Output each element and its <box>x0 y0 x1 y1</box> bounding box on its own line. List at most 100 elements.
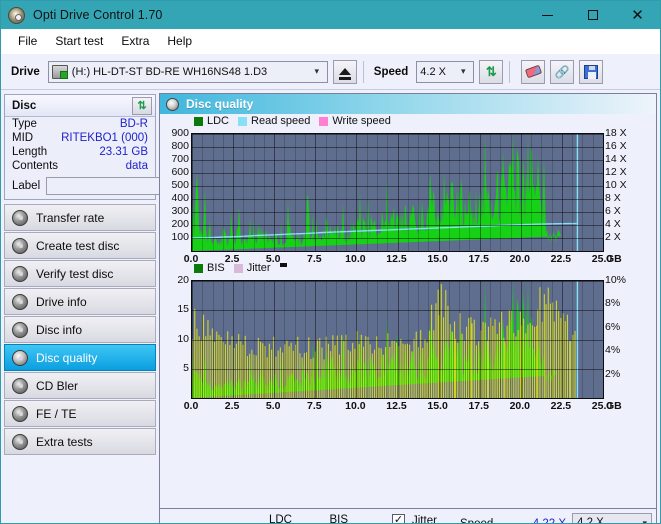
eject-button[interactable] <box>332 59 357 84</box>
jitter-bar <box>312 357 314 398</box>
refresh-button[interactable]: ⇅ <box>479 59 504 84</box>
grid-line <box>192 339 603 341</box>
grid-line-minor <box>335 134 337 251</box>
jitter-bar <box>352 342 354 398</box>
jitter-bar <box>238 334 240 398</box>
grid-line-minor <box>325 134 327 251</box>
jitter-bar <box>443 317 445 398</box>
jitter-bar <box>515 336 517 398</box>
grid-line <box>520 134 522 251</box>
disc-panel-header: Disc ⇅ <box>5 95 155 117</box>
x-axis-tick: 12.5 <box>386 253 407 265</box>
window-controls: ✕ <box>525 1 660 29</box>
grid-line <box>192 238 603 239</box>
jitter-legend-swatch <box>233 263 243 273</box>
grid-line <box>192 134 603 135</box>
grid-line-minor <box>582 134 584 251</box>
grid-line-minor <box>346 134 348 251</box>
main-body: Disc ⇅ Type BD-R MID RITEKBO1 (000) Leng… <box>1 90 660 524</box>
chevron-down-icon: ▾ <box>314 66 320 76</box>
sidebar-item-label: Disc quality <box>36 350 98 365</box>
drive-select[interactable]: (H:) HL-DT-ST BD-RE WH16NS48 1.D3 ▾ <box>47 60 328 83</box>
jitter-bar <box>246 356 248 398</box>
disc-icon <box>12 209 28 226</box>
close-button[interactable]: ✕ <box>615 1 660 29</box>
disc-contents-value: data <box>125 160 148 172</box>
grid-line <box>274 134 276 251</box>
sidebar-item-create-test-disc[interactable]: Create test disc <box>4 232 156 259</box>
x-axis-tick: 22.5 <box>550 253 572 265</box>
menu-file[interactable]: File <box>9 31 46 51</box>
disc-refresh-button[interactable]: ⇅ <box>132 96 152 115</box>
sidebar-item-label: Extra tests <box>36 434 93 449</box>
grid-line-minor <box>469 134 471 251</box>
sidebar-item-fe-te[interactable]: FE / TE <box>4 400 156 427</box>
grid-line <box>192 173 603 174</box>
sidebar-item-extra-tests[interactable]: Extra tests <box>4 428 156 455</box>
chevron-down-icon: ▾ <box>461 66 466 76</box>
sidebar-item-drive-info[interactable]: Drive info <box>4 288 156 315</box>
jitter-bar <box>454 321 456 398</box>
application-window: Opti Drive Control 1.70 ✕ File Start tes… <box>0 0 661 524</box>
y2-axis-tick: 6 X <box>605 205 621 217</box>
x-axis-tick: 15.0 <box>427 400 448 412</box>
x-axis-tick: 17.5 <box>468 253 489 265</box>
jitter-bar <box>389 346 391 398</box>
sidebar-item-label: FE / TE <box>36 406 77 421</box>
stats-col-bis: BIS <box>329 514 348 524</box>
jitter-bar <box>470 317 472 398</box>
erase-button[interactable] <box>521 59 546 84</box>
sidebar-item-transfer-rate[interactable]: Transfer rate <box>4 204 156 231</box>
jitter-bar <box>435 303 437 398</box>
jitter-bar <box>347 349 349 398</box>
jitter-bar <box>492 325 494 398</box>
x-axis-tick: 20.0 <box>509 253 531 265</box>
jitter-bar <box>332 335 334 398</box>
minimize-button[interactable] <box>525 1 570 29</box>
y2-axis-tick: 2 X <box>605 231 621 243</box>
grid-line-minor <box>366 134 368 251</box>
sidebar-item-verify-test-disc[interactable]: Verify test disc <box>4 260 156 287</box>
maximize-icon <box>587 10 598 20</box>
jitter-bar <box>249 353 251 398</box>
jitter-bar <box>471 323 473 398</box>
disc-quality-header: Disc quality <box>160 94 656 114</box>
disc-panel-title: Disc <box>12 99 37 112</box>
sidebar-item-label: Transfer rate <box>36 210 105 225</box>
jitter-bar <box>409 344 411 398</box>
sidebar-item-disc-quality[interactable]: Disc quality <box>4 344 156 371</box>
save-button[interactable] <box>579 59 604 84</box>
tools-button[interactable]: 🔗 <box>550 59 575 84</box>
jitter-bar <box>555 300 557 398</box>
jitter-bar <box>229 345 231 398</box>
sidebar-item-disc-info[interactable]: Disc info <box>4 316 156 343</box>
jitter-bar <box>574 330 576 398</box>
speed-select[interactable]: 4.2 X ▾ <box>416 60 475 83</box>
jitter-bar <box>475 345 477 398</box>
grid-line-minor <box>510 134 512 251</box>
grid-line-minor <box>572 134 574 251</box>
jitter-bar <box>363 346 365 398</box>
x-axis-tick: 7.5 <box>306 400 322 412</box>
jitter-checkbox[interactable]: ✓ <box>392 514 405 523</box>
speed-select-value: 4.2 X <box>420 65 446 78</box>
disc-icon <box>12 405 28 422</box>
sidebar-item-cd-bler[interactable]: CD Bler <box>4 372 156 399</box>
jitter-bar <box>527 324 529 398</box>
grid-line-minor <box>376 134 378 251</box>
jitter-bar <box>494 319 496 398</box>
grid-line-minor <box>459 134 461 251</box>
menu-help[interactable]: Help <box>158 31 201 51</box>
menu-extra[interactable]: Extra <box>112 31 158 51</box>
jitter-bar <box>360 334 362 398</box>
grid-line <box>438 134 440 251</box>
title-bar: Opti Drive Control 1.70 ✕ <box>1 1 660 29</box>
test-speed-select[interactable]: 4.2 X ▾ <box>572 513 652 523</box>
menu-start-test[interactable]: Start test <box>46 31 112 51</box>
x-axis-tick: 7.5 <box>306 253 322 265</box>
grid-line <box>397 134 399 251</box>
jitter-bar <box>539 287 541 398</box>
y2-axis-tick: 16 X <box>605 140 627 152</box>
close-icon: ✕ <box>631 5 644 24</box>
maximize-button[interactable] <box>570 1 615 29</box>
